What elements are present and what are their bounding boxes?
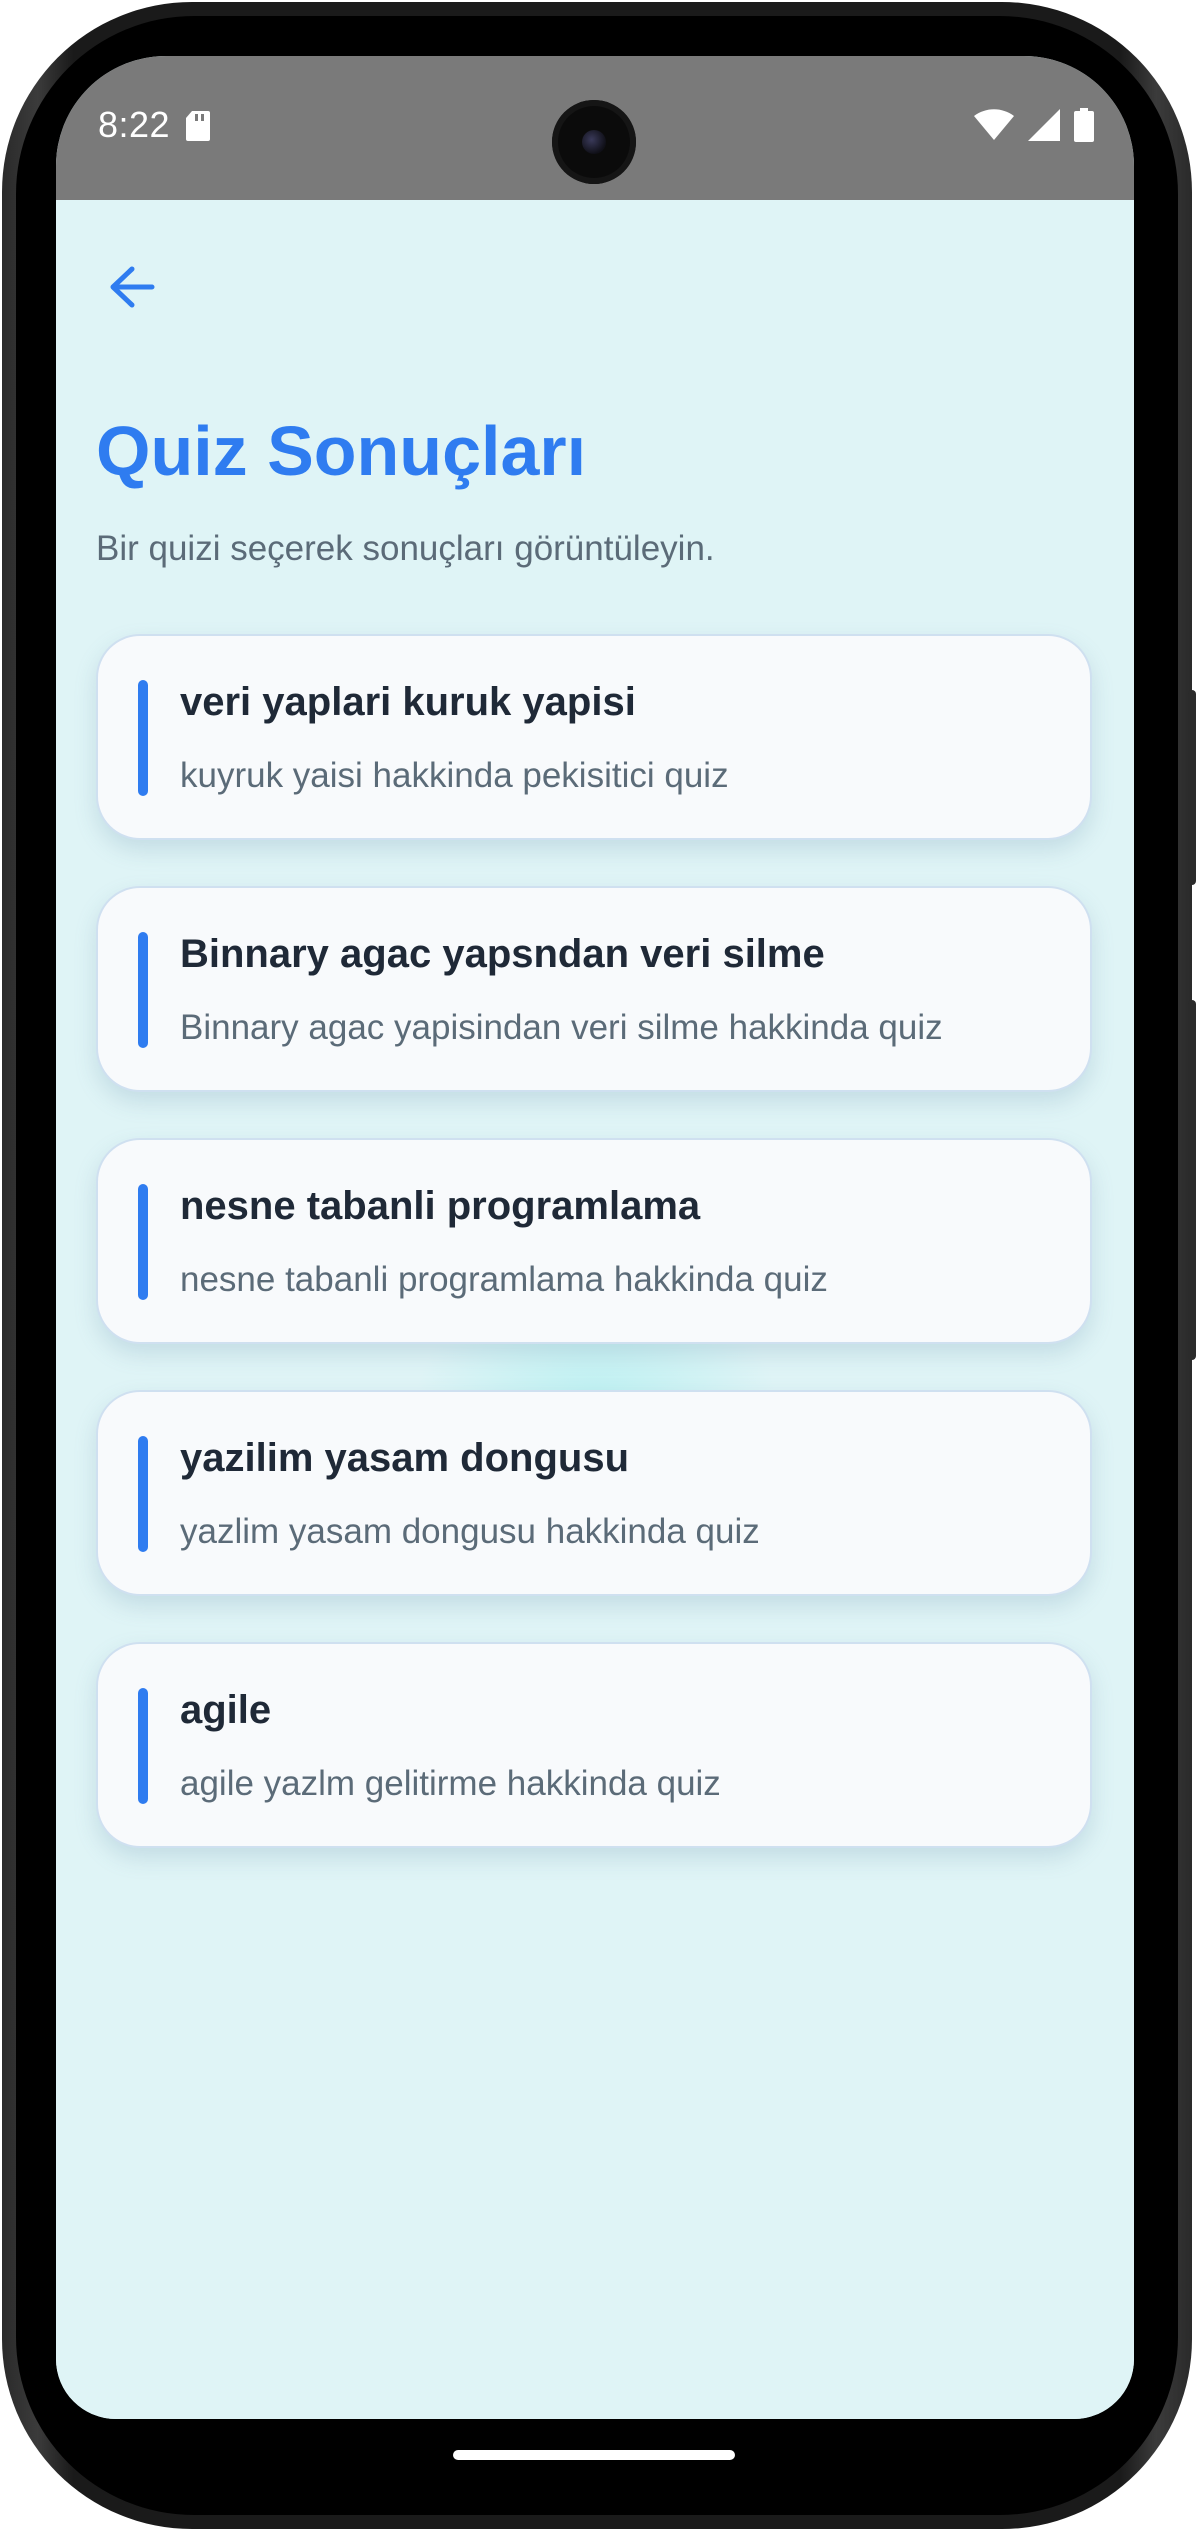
quiz-title: nesne tabanli programlama [180,1184,701,1228]
front-camera [552,100,636,184]
quiz-card[interactable]: veri yaplari kuruk yapisi kuyruk yaisi h… [96,634,1092,840]
page-title: Quiz Sonuçları [96,412,587,490]
quiz-list: veri yaplari kuruk yapisi kuyruk yaisi h… [96,634,1092,1894]
quiz-card[interactable]: Binnary agac yapsndan veri silme Binnary… [96,886,1092,1092]
quiz-title: yazilim yasam dongusu [180,1436,630,1480]
quiz-description: nesne tabanli programlama hakkinda quiz [180,1260,828,1299]
quiz-title: veri yaplari kuruk yapisi [180,680,636,724]
quiz-card[interactable]: nesne tabanli programlama nesne tabanli … [96,1138,1092,1344]
battery-icon [1074,108,1094,142]
app-screen: 8:22 Quiz Sonuçları Bir quizi seçerek so… [56,56,1134,2419]
card-accent-bar [138,1436,148,1552]
status-time: 8:22 [98,104,171,145]
volume-button [1188,690,1196,885]
card-accent-bar [138,680,148,796]
wifi-icon [974,109,1014,140]
back-button[interactable] [96,251,168,323]
cell-signal-icon [1028,109,1060,141]
quiz-description: kuyruk yaisi hakkinda pekisitici quiz [180,756,729,795]
quiz-description: yazlim yasam dongusu hakkinda quiz [180,1512,760,1551]
quiz-title: agile [180,1688,272,1732]
quiz-card[interactable]: agile agile yazlm gelitirme hakkinda qui… [96,1642,1092,1848]
card-accent-bar [138,932,148,1048]
arrow-left-icon [110,266,155,308]
sd-card-icon [186,111,210,141]
quiz-card[interactable]: yazilim yasam dongusu yazlim yasam dongu… [96,1390,1092,1596]
status-icons [974,108,1094,142]
quiz-description: Binnary agac yapisindan veri silme hakki… [180,1008,943,1047]
status-bar: 8:22 [56,56,1134,200]
quiz-title: Binnary agac yapsndan veri silme [180,932,825,976]
home-indicator[interactable] [453,2450,735,2460]
card-accent-bar [138,1688,148,1804]
page-subtitle: Bir quizi seçerek sonuçları görüntüleyin… [96,529,715,568]
card-accent-bar [138,1184,148,1300]
quiz-description: agile yazlm gelitirme hakkinda quiz [180,1764,721,1803]
power-button [1188,1000,1196,1360]
